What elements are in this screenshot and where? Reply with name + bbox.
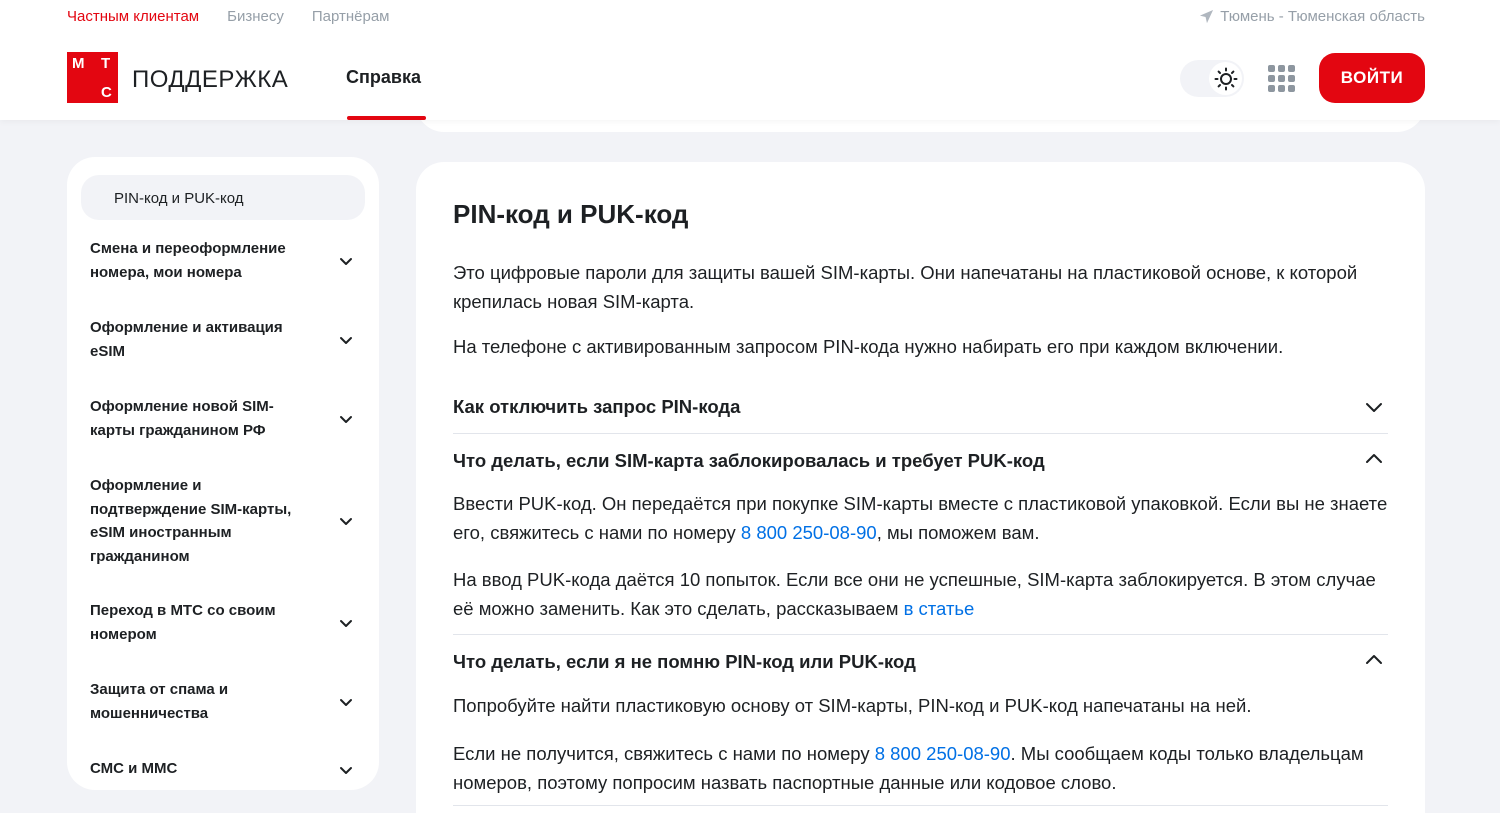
divider: [453, 805, 1388, 806]
location-arrow-icon: [1200, 9, 1214, 24]
sidebar-item-number-change[interactable]: Смена и переоформление номера, мои номер…: [90, 237, 360, 284]
divider: [453, 634, 1388, 635]
chevron-down-icon: [340, 620, 352, 627]
accordion-forgot-codes[interactable]: Что делать, если я не помню PIN-код или …: [453, 651, 1383, 673]
chevron-up-icon[interactable]: [1364, 449, 1384, 469]
brand-title[interactable]: ПОДДЕРЖКА: [132, 66, 288, 94]
sidebar-item-new-sim[interactable]: Оформление новой SIM-карты гражданином Р…: [90, 395, 360, 442]
login-button[interactable]: ВОЙТИ: [1319, 53, 1425, 103]
accordion-title: Что делать, если SIM-карта заблокировала…: [453, 450, 1045, 471]
puk-paragraph-1: Ввести PUK-код. Он передаётся при покупк…: [453, 493, 1388, 543]
segment-link-private[interactable]: Частным клиентам: [67, 8, 199, 25]
mts-logo[interactable]: М Т С: [67, 52, 118, 103]
sidebar-item-sms-mms[interactable]: СМС и ММС: [90, 757, 360, 781]
chevron-down-icon: [340, 337, 352, 344]
sidebar-item-port-number[interactable]: Переход в МТС со своим номером: [90, 599, 360, 646]
phone-link[interactable]: 8 800 250-08-90: [875, 743, 1011, 764]
sidebar-item-label: Оформление и подтверждение SIM-карты, eS…: [90, 477, 292, 565]
article-title: PIN-код и PUK-код: [453, 199, 689, 229]
sidebar-item-label: Защита от спама и мошенничества: [90, 681, 229, 722]
sidebar-nav: PIN-код и PUK-код Смена и переоформление…: [67, 157, 379, 790]
segment-link-partners[interactable]: Партнёрам: [312, 8, 390, 25]
chevron-up-icon[interactable]: [1364, 650, 1384, 670]
site-header: Частным клиентам Бизнесу Партнёрам Тюмен…: [0, 0, 1500, 120]
sidebar-item-label: Оформление и активация eSIM: [90, 319, 283, 360]
nav-help-link[interactable]: Справка: [346, 67, 421, 88]
logo-letter-s: С: [101, 84, 112, 101]
segment-links: Частным клиентам Бизнесу Партнёрам: [67, 8, 389, 25]
nav-active-indicator: [347, 116, 426, 120]
puk-paragraph-2: На ввод PUK-кода даётся 10 попыток. Если…: [453, 569, 1376, 619]
article-card: PIN-код и PUK-код Это цифровые пароли дл…: [416, 162, 1425, 813]
theme-toggle[interactable]: [1180, 60, 1244, 97]
sidebar-item-label: Смена и переоформление номера, мои номер…: [90, 240, 286, 281]
chevron-down-icon: [340, 699, 352, 706]
chevron-down-icon: [340, 518, 352, 525]
segment-link-business[interactable]: Бизнесу: [227, 8, 284, 25]
logo-letter-m: М: [72, 55, 85, 72]
chevron-down-icon: [340, 767, 352, 774]
phone-link[interactable]: 8 800 250-08-90: [741, 522, 877, 543]
region-selector[interactable]: Тюмень - Тюменская область: [1199, 8, 1425, 25]
sun-icon: [1214, 67, 1237, 90]
forgot-paragraph-1: Попробуйте найти пластиковую основу от S…: [453, 695, 1252, 716]
sidebar-item-esim[interactable]: Оформление и активация eSIM: [90, 316, 360, 363]
region-label: Тюмень - Тюменская область: [1220, 8, 1425, 25]
article-link[interactable]: в статье: [904, 598, 975, 619]
forgot-paragraph-2: Если не получится, свяжитесь с нами по н…: [453, 743, 1364, 793]
chevron-down-icon: [340, 416, 352, 423]
sidebar-item-spam-protection[interactable]: Защита от спама и мошенничества: [90, 678, 360, 725]
chevron-down-icon[interactable]: [1364, 397, 1384, 417]
sidebar-item-foreign-citizen[interactable]: Оформление и подтверждение SIM-карты, eS…: [90, 474, 360, 568]
sidebar-item-label: Переход в МТС со своим номером: [90, 602, 276, 643]
accordion-disable-pin[interactable]: Как отключить запрос PIN-кода: [453, 396, 1383, 418]
accordion-sim-blocked-puk[interactable]: Что делать, если SIM-карта заблокировала…: [453, 450, 1383, 472]
logo-letter-t: Т: [101, 55, 111, 72]
apps-grid-icon[interactable]: [1268, 65, 1295, 92]
sidebar-item-label: СМС и ММС: [90, 760, 178, 777]
accordion-title: Что делать, если я не помню PIN-код или …: [453, 651, 916, 672]
sidebar-item-active[interactable]: PIN-код и PUK-код: [81, 175, 365, 220]
chevron-down-icon: [340, 258, 352, 265]
divider: [453, 433, 1388, 434]
sidebar-item-label: Оформление новой SIM-карты гражданином Р…: [90, 398, 274, 439]
intro-paragraph-1: Это цифровые пароли для защиты вашей SIM…: [453, 262, 1358, 312]
intro-paragraph-2: На телефоне с активированным запросом PI…: [453, 336, 1284, 357]
theme-knob: [1209, 62, 1242, 95]
accordion-title: Как отключить запрос PIN-кода: [453, 396, 741, 417]
